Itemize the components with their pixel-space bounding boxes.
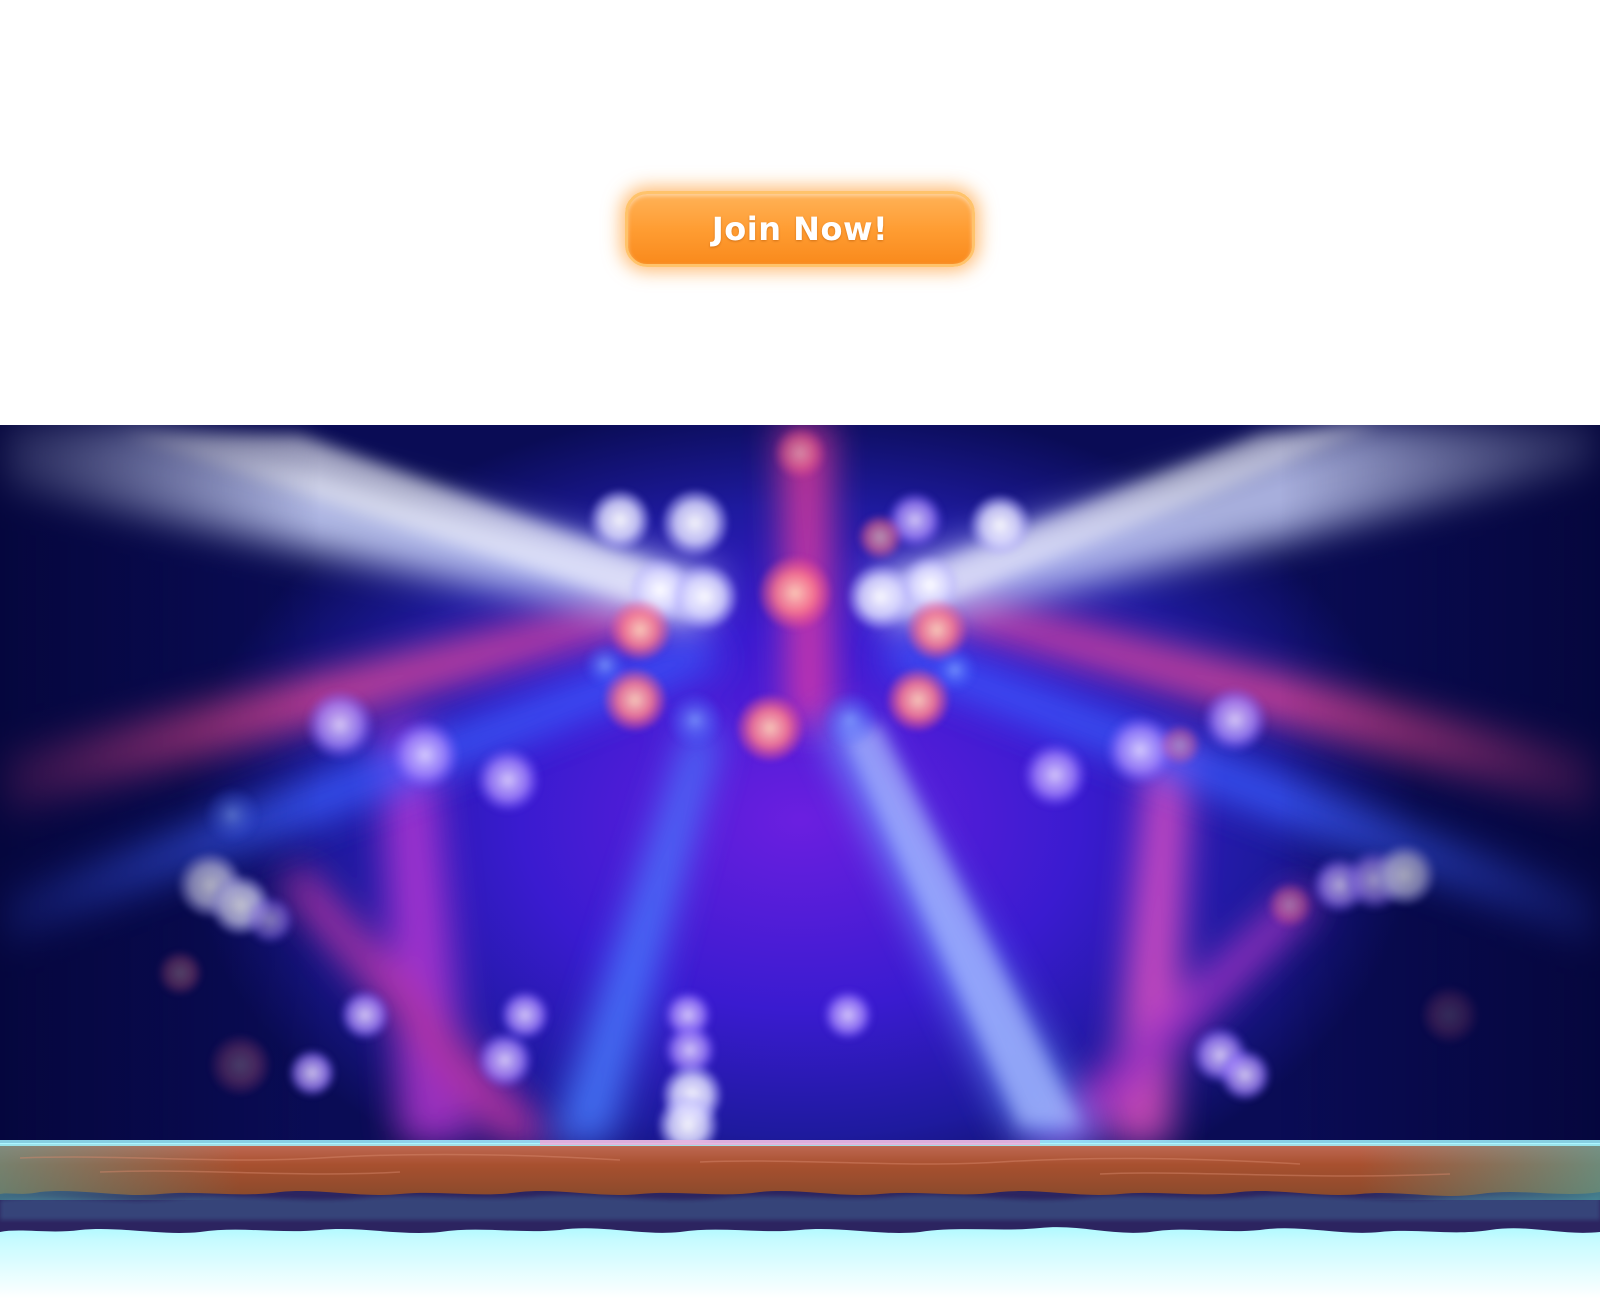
landing-page: Join Now! [0,0,1600,1299]
stage-lights-image [0,425,1600,1143]
platform-illustration [0,1140,1600,1299]
stage-lights-illustration [0,425,1600,1143]
join-now-label: Join Now! [711,210,889,248]
join-now-button[interactable]: Join Now! [625,191,975,267]
stage-platform [0,1140,1600,1299]
